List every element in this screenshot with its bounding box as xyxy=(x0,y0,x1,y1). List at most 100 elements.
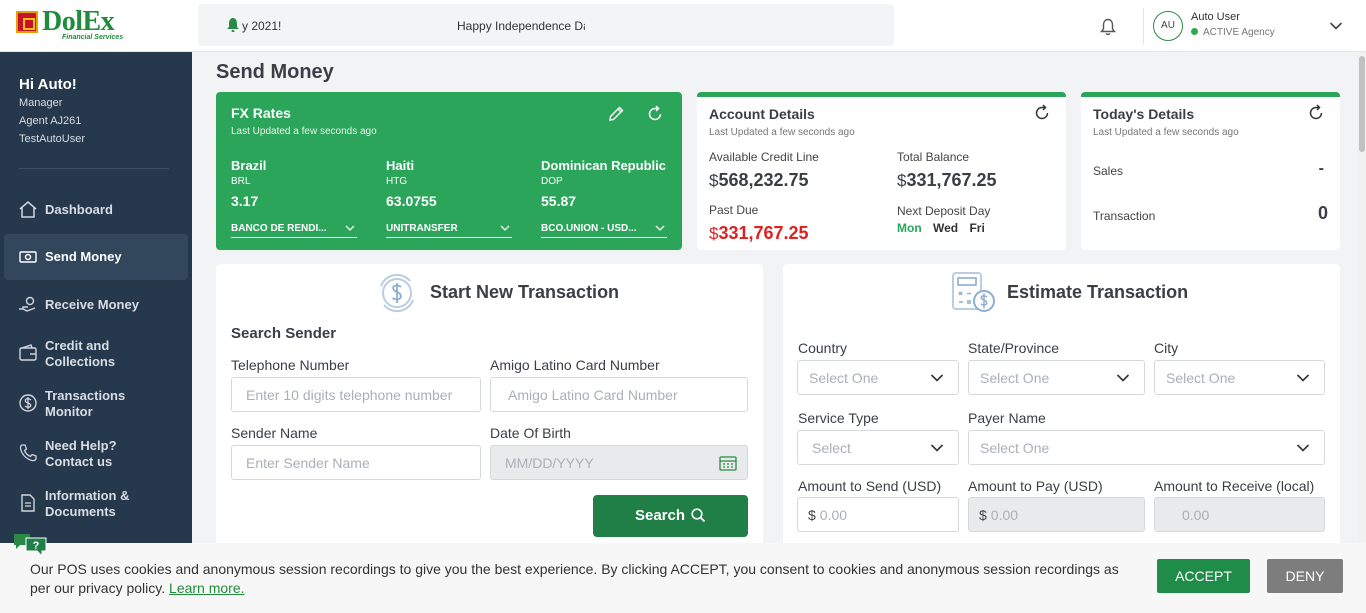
sales-label: Sales xyxy=(1093,164,1124,178)
chevron-down-icon xyxy=(1296,374,1310,382)
total-balance-label: Total Balance xyxy=(897,150,970,164)
logo-tagline: Financial Services xyxy=(62,34,124,41)
user-name[interactable]: Auto User xyxy=(1191,11,1240,23)
calculator-dollar-icon xyxy=(952,272,995,312)
chevron-down-icon[interactable] xyxy=(1329,21,1343,31)
today-updated: Last Updated a few seconds ago xyxy=(1093,127,1239,138)
currency-prefix: $ xyxy=(979,507,987,523)
sidebar-item-label: Receive Money xyxy=(45,297,139,312)
sales-value: - xyxy=(1318,160,1324,177)
start-transaction-panel: Start New Transaction Search Sender Tele… xyxy=(216,264,763,554)
account-details-card: Account Details Last Updated a few secon… xyxy=(697,92,1066,250)
fx-currency-code: HTG xyxy=(386,176,408,187)
fx-payer-select[interactable]: UNITRANSFER xyxy=(386,223,512,238)
amount-pay-input[interactable]: $0.00 xyxy=(968,497,1145,532)
svg-text:?: ? xyxy=(33,540,40,552)
dolex-logo[interactable]: DolEx Financial Services xyxy=(16,6,136,44)
available-credit-amount: 568,232.75 xyxy=(718,170,809,190)
next-deposit-label: Next Deposit Day xyxy=(897,204,991,218)
top-divider xyxy=(1143,8,1144,44)
amount-send-input[interactable]: $0.00 xyxy=(797,497,959,532)
state-select[interactable]: Select One xyxy=(968,360,1145,395)
sidebar-item-dashboard[interactable]: Dashboard xyxy=(4,187,188,233)
amount-send-label: Amount to Send (USD) xyxy=(798,478,942,494)
agent-id: Agent AJ261 xyxy=(19,115,82,127)
payer-name-select[interactable]: Select One xyxy=(968,430,1325,465)
dob-label: Date Of Birth xyxy=(490,425,571,441)
chevron-down-icon xyxy=(1296,444,1310,452)
notification-bell-icon[interactable] xyxy=(1100,18,1116,36)
fx-payer-select[interactable]: BANCO DE RENDI... xyxy=(231,223,357,238)
estimate-transaction-title: Estimate Transaction xyxy=(1007,282,1189,302)
sidebar-item-label: Need Help? Contact us xyxy=(45,438,117,469)
greeting: Hi Auto! xyxy=(19,76,77,93)
search-icon xyxy=(691,508,706,523)
service-type-label: Service Type xyxy=(798,410,879,426)
fx-rate-haiti: Haiti HTG 63.0755 UNITRANSFER xyxy=(386,158,526,238)
sidebar-item-label: Information & Documents xyxy=(45,488,130,519)
sidebar-item-send-money[interactable]: Send Money xyxy=(4,234,188,280)
sidebar-item-label: Transactions Monitor xyxy=(45,388,126,419)
estimate-transaction-panel: Estimate Transaction Country Select One … xyxy=(783,264,1340,554)
service-type-select[interactable]: Select xyxy=(797,430,959,465)
fx-payer-select[interactable]: BCO.UNION - USD... xyxy=(541,223,667,238)
username: TestAutoUser xyxy=(19,133,86,145)
transaction-label: Transaction xyxy=(1093,209,1156,223)
refresh-icon[interactable] xyxy=(646,105,664,123)
document-icon xyxy=(21,494,35,512)
search-sender-heading: Search Sender xyxy=(231,325,337,342)
money-icon xyxy=(19,251,37,263)
account-title: Account Details xyxy=(709,106,815,122)
learn-more-link[interactable]: Learn more. xyxy=(169,580,244,596)
cookie-message: Our POS uses cookies and anonymous sessi… xyxy=(30,560,1130,598)
edit-pencil-icon[interactable] xyxy=(607,105,625,123)
user-role: Manager xyxy=(19,97,63,109)
dob-placeholder: MM/DD/YYYY xyxy=(505,455,594,471)
card-number-input[interactable]: Amigo Latino Card Number xyxy=(490,377,748,412)
search-button-label: Search xyxy=(634,507,686,524)
telephone-input[interactable]: Enter 10 digits telephone number xyxy=(231,377,481,412)
page-scrollbar[interactable] xyxy=(1358,52,1366,544)
avatar[interactable]: AU xyxy=(1153,11,1183,41)
telephone-label: Telephone Number xyxy=(231,357,350,373)
dob-input[interactable]: MM/DD/YYYY xyxy=(490,445,748,480)
bell-icon xyxy=(227,18,239,32)
account-updated: Last Updated a few seconds ago xyxy=(709,127,855,138)
search-button[interactable]: Search xyxy=(593,495,748,537)
total-balance-amount: 331,767.25 xyxy=(906,170,997,190)
city-select-value: Select One xyxy=(1166,370,1236,386)
accept-button[interactable]: ACCEPT xyxy=(1157,559,1250,593)
city-select[interactable]: Select One xyxy=(1154,360,1325,395)
fx-rate-brazil: Brazil BRL 3.17 BANCO DE RENDI... xyxy=(231,158,371,238)
fx-updated: Last Updated a few seconds ago xyxy=(231,126,377,137)
sidebar-item-transactions-monitor[interactable]: Transactions Monitor xyxy=(4,379,188,429)
fx-payer-value: BCO.UNION - USD... xyxy=(541,223,637,234)
calendar-icon[interactable] xyxy=(719,455,737,471)
chevron-down-icon xyxy=(345,225,355,231)
available-credit-value: $568,232.75 xyxy=(709,170,809,191)
past-due-value: $331,767.25 xyxy=(709,223,809,244)
city-label: City xyxy=(1154,340,1179,356)
sidebar-item-help[interactable]: Need Help? Contact us xyxy=(4,429,188,479)
deposit-days: Mon Wed Fri xyxy=(897,221,993,235)
sidebar-item-credit-collections[interactable]: Credit and Collections xyxy=(4,329,188,379)
wallet-icon xyxy=(19,344,37,361)
scrollbar-thumb[interactable] xyxy=(1359,56,1365,152)
chevron-down-icon xyxy=(930,374,944,382)
help-chat-icon[interactable]: ? xyxy=(12,532,48,558)
chevron-down-icon xyxy=(655,225,665,231)
country-select[interactable]: Select One xyxy=(797,360,959,395)
ticker-text-left: y 2021! xyxy=(242,19,282,33)
sidebar-item-receive-money[interactable]: Receive Money xyxy=(4,282,188,328)
amount-pay-label: Amount to Pay (USD) xyxy=(968,478,1103,494)
amount-receive-input[interactable]: 0.00 xyxy=(1154,497,1325,532)
logo-mark xyxy=(16,11,38,33)
state-select-value: Select One xyxy=(980,370,1050,386)
refresh-icon[interactable] xyxy=(1033,104,1051,122)
fx-rates-card: FX Rates Last Updated a few seconds ago … xyxy=(216,92,682,250)
amount-send-value: 0.00 xyxy=(819,507,848,523)
deny-button[interactable]: DENY xyxy=(1267,559,1343,593)
sender-name-input[interactable]: Enter Sender Name xyxy=(231,445,481,480)
sidebar-item-documents[interactable]: Information & Documents xyxy=(4,479,188,529)
refresh-icon[interactable] xyxy=(1307,104,1325,122)
